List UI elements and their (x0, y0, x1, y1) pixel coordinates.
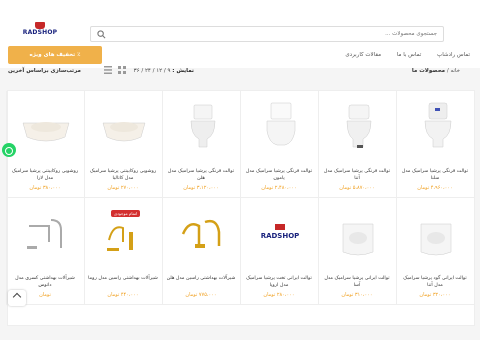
chevron-up-icon (12, 292, 22, 302)
whatsapp-icon[interactable] (2, 143, 16, 157)
faucet-image (181, 219, 221, 248)
scroll-to-top-button[interactable] (8, 290, 26, 306)
sink-image (22, 122, 70, 142)
search-box[interactable] (90, 26, 444, 42)
toilet-image (424, 102, 452, 148)
sink-image (102, 122, 146, 142)
product-card[interactable]: شیرآلات بهداشتی کسری مدل داتوس تومان (6, 198, 84, 305)
nav-item-articles[interactable]: مقالات کاربردی (345, 52, 381, 58)
header: RADSHOP تماس رادشاپ تماس با ما مقالات کا… (0, 0, 480, 68)
product-card[interactable]: توالت فرنگی پرشیا سرامیک مدل پامون ۲،۴۸۰… (240, 91, 318, 198)
product-price: ۲،۴۸۰،۰۰۰ تومان (261, 185, 297, 191)
product-price: ۲۷۰،۰۰۰ تومان (107, 185, 139, 191)
breadcrumb-current: محصولات ما (411, 68, 446, 74)
search-input[interactable] (117, 28, 437, 40)
product-price: ۷۷۵،۰۰۰ تومان (185, 292, 217, 298)
product-price: ۴۴۰،۰۰۰ تومان (107, 292, 139, 298)
toilet-image (266, 102, 296, 146)
product-card[interactable]: توالت ایرانی گود پرشیا سرامیک مدل آتنا ۳… (396, 198, 474, 305)
per-page-label: نمایش : (172, 68, 194, 74)
product-title[interactable]: روشویی روکابینتی پرشیا سرامیک مدل کاتالی… (88, 168, 158, 182)
product-price: ۵،۸۷۰،۰۰۰ تومان (339, 185, 375, 191)
nav-item-contact[interactable]: تماس با ما (397, 52, 421, 58)
squat-toilet-image (420, 223, 452, 256)
crown-icon (35, 22, 45, 29)
product-card[interactable]: توالت فرنگی پرشیا سرامیک مدل هلن ۳،۱۲۰،۰… (162, 91, 240, 198)
product-price: ۴،۹۶۰،۰۰۰ تومان (417, 185, 453, 191)
special-discounts-button[interactable]: ٪ تخفیف های ویژه (8, 46, 102, 64)
product-title[interactable]: شیرآلات بهداشتی راسین مدل روما (88, 275, 158, 282)
product-title[interactable]: شیرآلات بهداشتی کسری مدل داتوس (10, 275, 80, 289)
faucet-image (27, 219, 62, 249)
product-price: ۳۸۰،۰۰۰ تومان (29, 185, 61, 191)
breadcrumb-home[interactable]: خانه (450, 68, 460, 74)
product-card[interactable]: اتمام موجودی شیرآلات بهداشتی راسین مدل ر… (84, 198, 162, 305)
product-title[interactable]: توالت فرنگی پرشیا سرامیک مدل پامون (244, 168, 314, 182)
product-price: ۳۱۰،۰۰۰ تومان (341, 292, 373, 298)
nav-item-contact-radshop[interactable]: تماس رادشاپ (437, 52, 470, 58)
sort-dropdown[interactable]: مرتب‌سازی براساس آخرین (8, 68, 81, 74)
search-icon[interactable] (97, 30, 106, 39)
breadcrumb-separator: / (446, 68, 449, 74)
faucet-image (107, 226, 133, 251)
product-title[interactable]: توالت ایرانی تخت پرشیا سرامیک مدل اروپا (244, 275, 314, 289)
logo-text: RADSHOP (22, 29, 58, 36)
list-view-icon[interactable] (104, 66, 112, 74)
product-grid: توالت فرنگی پرشیا سرامیک مدل سلنا ۴،۹۶۰،… (6, 90, 475, 326)
product-price: ۲۸۰،۰۰۰ تومان (263, 292, 295, 298)
radshop-placeholder-image: RADSHOP (261, 224, 300, 240)
grid-view-icon[interactable] (117, 66, 126, 74)
site-logo[interactable]: RADSHOP (20, 22, 60, 42)
product-title[interactable]: توالت فرنگی پرشیا سرامیک مدل هلن (166, 168, 236, 182)
product-title[interactable]: توالت فرنگی پرشیا سرامیک مدل سلنا (400, 168, 470, 182)
product-card[interactable]: توالت فرنگی پرشیا سرامیک مدل سلنا ۴،۹۶۰،… (396, 91, 474, 198)
product-title[interactable]: توالت ایرانی پرشیا سرامیک مدل آسا (322, 275, 392, 289)
placeholder-logo-text: RADSHOP (261, 232, 300, 240)
product-card[interactable]: روشویی روکابینتی پرشیا سرامیک مدل کاتالی… (84, 91, 162, 198)
product-title[interactable]: شیرآلات بهداشتی راسین مدل هلن (166, 275, 236, 282)
product-card[interactable]: توالت فرنگی پرشیا سرامیک مدل آتنا ۵،۸۷۰،… (318, 91, 396, 198)
product-card[interactable]: RADSHOP توالت ایرانی تخت پرشیا سرامیک مد… (240, 198, 318, 305)
breadcrumb: خانه / محصولات ما (412, 68, 460, 74)
top-nav: تماس رادشاپ تماس با ما مقالات کاربردی (331, 52, 470, 58)
page: RADSHOP تماس رادشاپ تماس با ما مقالات کا… (0, 0, 480, 340)
per-page-selector: نمایش : ۹ / ۱۲ / ۲۴ / ۳۶ (134, 68, 194, 74)
view-toggle (100, 66, 126, 76)
toolbar: خانه / محصولات ما نمایش : ۹ / ۱۲ / ۲۴ / … (0, 66, 480, 80)
toilet-image (190, 104, 216, 148)
squat-toilet-image (342, 223, 374, 256)
product-price: ۳۲۰،۰۰۰ تومان (419, 292, 451, 298)
product-title[interactable]: روشویی روکابینتی پرشیا سرامیک مدل لارا (10, 168, 80, 182)
per-page-options[interactable]: ۹ / ۱۲ / ۲۴ / ۳۶ (134, 68, 171, 74)
product-title[interactable]: توالت فرنگی پرشیا سرامیک مدل آتنا (322, 168, 392, 182)
product-price: ۳،۱۲۰،۰۰۰ تومان (183, 185, 219, 191)
product-card[interactable]: روشویی روکابینتی پرشیا سرامیک مدل لارا ۳… (6, 91, 84, 198)
product-title[interactable]: توالت ایرانی گود پرشیا سرامیک مدل آتنا (400, 275, 470, 289)
product-card[interactable]: توالت ایرانی پرشیا سرامیک مدل آسا ۳۱۰،۰۰… (318, 198, 396, 305)
product-card[interactable]: شیرآلات بهداشتی راسین مدل هلن ۷۷۵،۰۰۰ تو… (162, 198, 240, 305)
toilet-image (346, 104, 372, 148)
